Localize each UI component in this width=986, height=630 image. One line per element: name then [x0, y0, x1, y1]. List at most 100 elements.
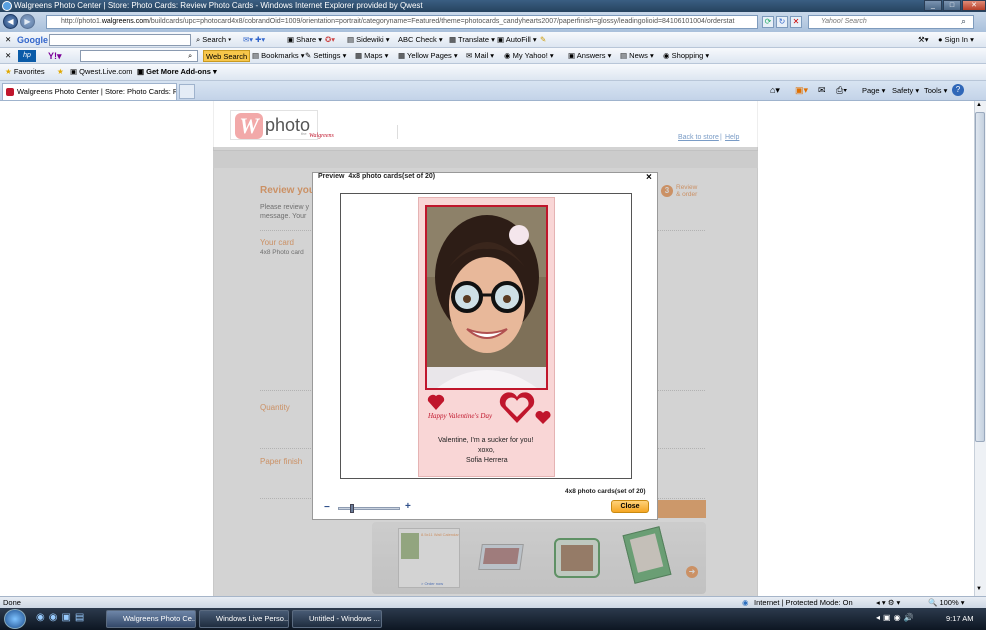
taskbar: ◉◉▣▤ Walgreens Photo Ce... Windows Live … — [0, 608, 986, 630]
translate-button[interactable]: ▦ Translate ▾ — [449, 32, 495, 48]
answers-button[interactable]: ▣ Answers ▾ — [568, 48, 611, 64]
forward-button[interactable]: ▶ — [20, 14, 35, 29]
taskbar-item-untitled[interactable]: Untitled - Windows ... — [292, 610, 382, 628]
search-icon[interactable]: ⌕ — [961, 16, 966, 27]
my-yahoo-label: My Yahoo! — [512, 51, 548, 60]
zone-icons[interactable]: ◂ ▾ ⚙ ▾ — [876, 597, 900, 608]
bookmarks-button[interactable]: ▤ Bookmarks ▾ — [252, 48, 305, 64]
qwest-link[interactable]: ▣ Qwest.Live.com — [70, 64, 133, 80]
security-zone: Internet | Protected Mode: On — [754, 598, 853, 607]
compat-icon[interactable]: ↻ — [776, 16, 788, 28]
zoom-level[interactable]: 🔍 100% ▾ — [928, 597, 964, 608]
refresh-icon[interactable]: ⟳ — [762, 16, 774, 28]
mail-icon[interactable]: ✉ — [818, 85, 826, 96]
scrollbar-thumb[interactable] — [975, 112, 985, 442]
zoom-slider-thumb[interactable] — [350, 504, 354, 513]
tray-icons[interactable]: ◂▣◉🔊 — [876, 613, 917, 622]
walgreens-photo-logo[interactable]: W photo the Walgreens — [230, 110, 334, 140]
wrench-icon[interactable]: ⚒▾ — [918, 32, 929, 48]
toolbar-misc-icons[interactable]: ✉▾ ✚▾ — [243, 32, 265, 48]
logo-brand: Walgreens — [309, 133, 334, 139]
dialog-close-label: Close — [620, 503, 640, 510]
shopping-button[interactable]: ◉ Shopping ▾ — [663, 48, 709, 64]
sidewiki-label: Sidewiki — [356, 35, 384, 44]
page-menu[interactable]: Page ▾ — [862, 86, 885, 95]
close-toolbar-icon[interactable]: ✕ — [5, 48, 11, 64]
bookmarks-label: Bookmarks — [261, 51, 299, 60]
minimize-button[interactable]: _ — [924, 0, 942, 11]
answers-label: Answers — [576, 51, 606, 60]
addons-label: Get More Add-ons — [146, 67, 211, 76]
tab-title: Walgreens Photo Center | Store: Photo Ca… — [17, 87, 177, 96]
close-toolbar-icon[interactable]: ✕ — [5, 32, 11, 48]
browser-tab[interactable]: Walgreens Photo Center | Store: Photo Ca… — [2, 83, 177, 100]
help-link[interactable]: Help — [725, 134, 739, 141]
clock[interactable]: 9:17 AM — [946, 614, 974, 623]
bookmark-icon[interactable]: ✪▾ — [325, 32, 335, 48]
google-toolbar: ✕ Google ⌕ Search ▾ ✉▾ ✚▾ ▣ Share ▾ ✪▾ ▤… — [0, 32, 986, 48]
autofill-button[interactable]: ▣ AutoFill ▾ — [497, 32, 537, 48]
stop-icon[interactable]: ✕ — [790, 16, 802, 28]
google-search-button[interactable]: ⌕ Search ▾ — [196, 32, 231, 48]
autofill-label: AutoFill — [505, 35, 531, 44]
scroll-up-icon[interactable]: ▲ — [976, 102, 982, 108]
search-icon[interactable]: ⌕ — [188, 48, 192, 64]
card-message-line-3: Sofia Herrera — [466, 457, 508, 464]
yahoo-toolbar: ✕ hp Y!▾ ⌕ Web Search ▤ Bookmarks ▾ ✎ Se… — [0, 48, 986, 64]
address-row: ◀ ▶ http://photo1.walgreens.com/buildcar… — [0, 12, 986, 32]
task-label: Untitled - Windows ... — [309, 614, 380, 623]
window-title-bar: Walgreens Photo Center | Store: Photo Ca… — [0, 0, 986, 12]
sidewiki-button[interactable]: ▤ Sidewiki ▾ — [347, 32, 390, 48]
status-text: Done — [3, 598, 21, 607]
home-icon[interactable]: ⌂▾ — [770, 85, 780, 96]
web-search-button[interactable]: Web Search — [203, 50, 251, 62]
taskbar-item-walgreens[interactable]: Walgreens Photo Ce... — [106, 610, 196, 628]
mail-button[interactable]: ✉ Mail ▾ — [466, 48, 494, 64]
yahoo-logo-icon: Y!▾ — [48, 51, 62, 61]
signin-button[interactable]: ● Sign In ▾ — [938, 32, 974, 48]
quicklaunch-icons[interactable]: ◉◉▣▤ — [36, 612, 88, 623]
maximize-button[interactable]: □ — [943, 0, 961, 11]
print-icon[interactable]: ⎙▾ — [836, 85, 847, 96]
search-input[interactable]: Yahoo! Search — [808, 15, 974, 29]
new-tab-button[interactable] — [179, 84, 195, 99]
scroll-down-icon[interactable]: ▼ — [976, 586, 982, 592]
back-button[interactable]: ◀ — [3, 14, 18, 29]
search-placeholder: Yahoo! Search — [821, 18, 867, 25]
addons-link[interactable]: ▣ Get More Add-ons ▾ — [137, 64, 217, 80]
task-label: Windows Live Perso... — [216, 614, 289, 623]
start-button[interactable] — [4, 609, 26, 629]
share-button[interactable]: ▣ Share ▾ — [287, 32, 322, 48]
dialog-close-button[interactable]: Close — [611, 500, 649, 513]
yellow-pages-button[interactable]: ▦ Yellow Pages ▾ — [398, 48, 458, 64]
link-separator: | — [718, 134, 724, 141]
settings-button[interactable]: ✎ Settings ▾ — [305, 48, 346, 64]
help-icon[interactable]: ? — [952, 84, 964, 96]
card-message-line-1: Valentine, I'm a sucker for you! — [438, 437, 534, 444]
feeds-icon[interactable]: ▣▾ — [795, 85, 808, 96]
my-yahoo-button[interactable]: ◉ My Yahoo! ▾ — [504, 48, 554, 64]
google-search-input[interactable] — [49, 34, 191, 46]
close-window-button[interactable]: ✕ — [962, 0, 986, 11]
dialog-close-icon[interactable]: × — [646, 172, 652, 183]
safety-menu[interactable]: Safety ▾ — [892, 86, 919, 95]
settings-label: Settings — [313, 51, 341, 60]
zoom-in-button[interactable]: + — [405, 501, 411, 512]
maps-button[interactable]: ▦ Maps ▾ — [355, 48, 388, 64]
tools-menu[interactable]: Tools ▾ — [924, 86, 947, 95]
favorites-button[interactable]: ★ Favorites — [5, 64, 45, 80]
status-bar: Done ◉ Internet | Protected Mode: On ◂ ▾… — [0, 596, 986, 608]
zoom-slider[interactable] — [338, 507, 400, 510]
ie-icon — [2, 1, 12, 11]
taskbar-item-windows-live[interactable]: Windows Live Perso... — [199, 610, 289, 628]
back-to-store-link[interactable]: Back to store — [678, 134, 719, 141]
safety-menu-label: Safety — [892, 86, 914, 95]
address-bar[interactable]: http://photo1.walgreens.com/buildcards/u… — [46, 15, 758, 29]
add-favorite-icon[interactable]: ★ — [57, 64, 64, 80]
check-button[interactable]: ABC Check ▾ — [398, 32, 443, 48]
yahoo-search-input[interactable] — [80, 50, 198, 62]
pencil-icon[interactable]: ✎ — [540, 32, 546, 48]
globe-icon: ◉ — [742, 598, 749, 607]
zoom-out-button[interactable]: − — [324, 502, 330, 513]
news-button[interactable]: ▤ News ▾ — [620, 48, 654, 64]
